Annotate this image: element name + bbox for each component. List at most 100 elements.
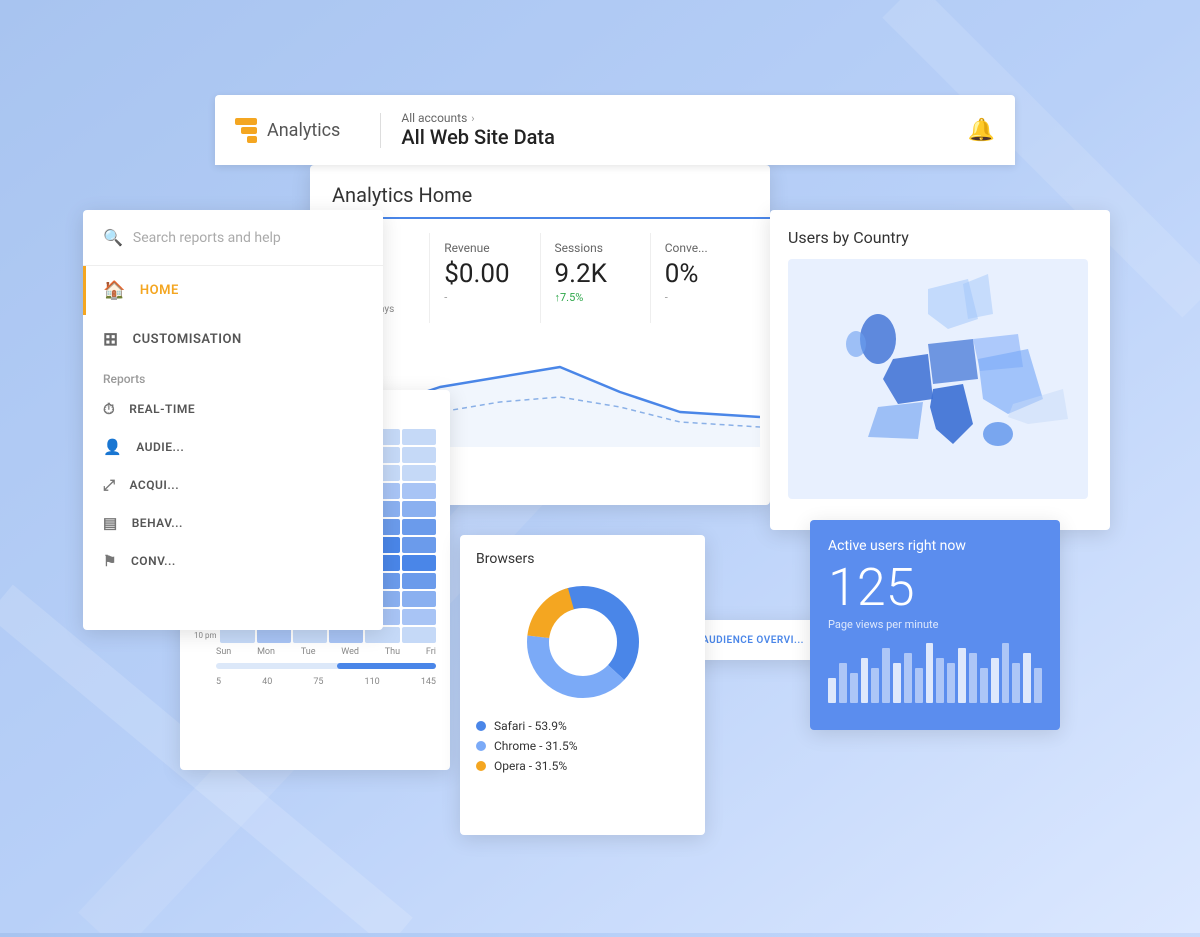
mini-bar <box>1002 643 1010 703</box>
heatmap-cell <box>402 591 436 607</box>
chrome-dot <box>476 741 486 751</box>
metric-revenue-label: Revenue <box>444 241 525 255</box>
sidebar-search[interactable]: 🔍 Search reports and help <box>83 210 383 266</box>
legend-safari: Safari - 53.9% <box>476 719 689 733</box>
metric-conv-label: Conve... <box>665 241 746 255</box>
breadcrumb-current: All Web Site Data <box>401 125 555 149</box>
mini-bar <box>991 658 999 703</box>
europe-map <box>788 259 1088 499</box>
search-icon: 🔍 <box>103 228 123 247</box>
share-icon: ⤢ <box>103 476 116 494</box>
active-users-title: Active users right now <box>828 538 1042 554</box>
mini-bar <box>1034 668 1042 703</box>
mini-bar <box>947 663 955 703</box>
header-divider <box>380 113 381 148</box>
sidebar-item-behavior[interactable]: ▤ BEHAV... <box>83 504 383 542</box>
mini-bar <box>904 653 912 703</box>
heatmap-bottom-labels: 5 40 75 110 145 <box>194 677 436 687</box>
search-placeholder: Search reports and help <box>133 230 281 246</box>
bell-icon[interactable]: 🔔 <box>968 118 995 143</box>
safari-dot <box>476 721 486 731</box>
person-icon: 👤 <box>103 438 122 456</box>
opera-dot <box>476 761 486 771</box>
sidebar-item-customisation[interactable]: ⊞ CUSTOMISATION <box>83 315 383 364</box>
chevron-icon: › <box>471 112 474 125</box>
sidebar-item-realtime[interactable]: ⏱ REAL-TIME <box>83 390 383 428</box>
map-title: Users by Country <box>788 228 1092 247</box>
metric-conv-change: - <box>665 291 746 304</box>
heatmap-col-5 <box>402 429 436 643</box>
heatmap-cell <box>402 465 436 481</box>
heatmap-cell <box>402 609 436 625</box>
safari-label: Safari - 53.9% <box>494 719 567 733</box>
legend-opera: Opera - 31.5% <box>476 759 689 773</box>
mini-bar <box>969 653 977 703</box>
logo-icon <box>235 118 257 143</box>
grid-icon: ⊞ <box>103 329 119 350</box>
active-users-count: 125 <box>828 562 1042 614</box>
sidebar-item-audience[interactable]: 👤 AUDIE... <box>83 428 383 466</box>
mini-bar <box>882 648 890 703</box>
audience-overview-label: AUDIENCE OVERVI... <box>702 635 804 646</box>
sidebar: 🔍 Search reports and help 🏠 HOME ⊞ CUSTO… <box>83 210 383 630</box>
clock-icon: ⏱ <box>103 400 115 418</box>
chrome-label: Chrome - 31.5% <box>494 739 578 753</box>
mini-bar <box>915 668 923 703</box>
active-users-card: Active users right now 125 Page views pe… <box>810 520 1060 730</box>
metric-sessions-label: Sessions <box>555 241 636 255</box>
home-icon: 🏠 <box>103 280 126 301</box>
breadcrumb: All accounts › All Web Site Data <box>401 111 555 149</box>
browsers-legend: Safari - 53.9% Chrome - 31.5% Opera - 31… <box>476 719 689 773</box>
mini-bar <box>893 663 901 703</box>
sidebar-item-conversions[interactable]: ⚑ CONV... <box>83 542 383 580</box>
app-logo: Analytics <box>235 118 340 143</box>
heatmap-cell <box>402 537 436 553</box>
active-users-subtitle: Page views per minute <box>828 618 1042 631</box>
mini-bar <box>1023 653 1031 703</box>
mini-bar <box>871 668 879 703</box>
mini-bar <box>861 658 869 703</box>
sidebar-item-home[interactable]: 🏠 HOME <box>83 266 383 315</box>
audience-overview-strip: AUDIENCE OVERVI... <box>690 620 820 660</box>
mini-bar <box>850 673 858 703</box>
logo-bar-3 <box>247 136 257 143</box>
mini-bar <box>980 668 988 703</box>
mini-bar <box>828 678 836 703</box>
reports-section-label: Reports <box>83 364 383 390</box>
heatmap-x-labels: Sun Mon Tue Wed Thu Fri <box>194 647 436 657</box>
map-card: Users by Country <box>770 210 1110 530</box>
metric-revenue: Revenue $0.00 - <box>430 233 540 323</box>
browsers-card: Browsers Safari - 53.9% Chrome - 31.5% O… <box>460 535 705 835</box>
heatmap-cell <box>402 519 436 535</box>
mini-bar <box>936 658 944 703</box>
metric-sessions-value: 9.2K <box>555 259 636 289</box>
mini-bar-chart <box>828 643 1042 703</box>
breadcrumb-parent[interactable]: All accounts › <box>401 111 555 125</box>
heatmap-cell <box>402 501 436 517</box>
flag-icon: ⚑ <box>103 552 117 570</box>
metric-revenue-change: - <box>444 291 525 304</box>
sidebar-item-acquisition[interactable]: ⤢ ACQUI... <box>83 466 383 504</box>
heatmap-cell <box>402 483 436 499</box>
legend-chrome: Chrome - 31.5% <box>476 739 689 753</box>
metric-conv-value: 0% <box>665 259 746 289</box>
mini-bar <box>926 643 934 703</box>
heatmap-cell <box>402 429 436 445</box>
mini-bar <box>1012 663 1020 703</box>
heatmap-cell <box>402 627 436 643</box>
mini-bar <box>839 663 847 703</box>
metric-sessions-change: ↑7.5% <box>555 291 636 304</box>
metric-revenue-value: $0.00 <box>444 259 525 289</box>
app-name: Analytics <box>267 120 340 141</box>
metric-sessions: Sessions 9.2K ↑7.5% <box>541 233 651 323</box>
metric-conversions: Conve... 0% - <box>651 233 760 323</box>
heatmap-scrollbar-thumb <box>337 663 436 669</box>
card-icon: ▤ <box>103 514 118 532</box>
mini-bar <box>958 648 966 703</box>
browsers-title: Browsers <box>476 551 689 567</box>
logo-bar-1 <box>235 118 257 125</box>
header-bar: Analytics All accounts › All Web Site Da… <box>215 95 1015 165</box>
heatmap-cell <box>402 573 436 589</box>
sidebar-customisation-label: CUSTOMISATION <box>133 332 242 347</box>
heatmap-scrollbar[interactable] <box>216 663 436 669</box>
